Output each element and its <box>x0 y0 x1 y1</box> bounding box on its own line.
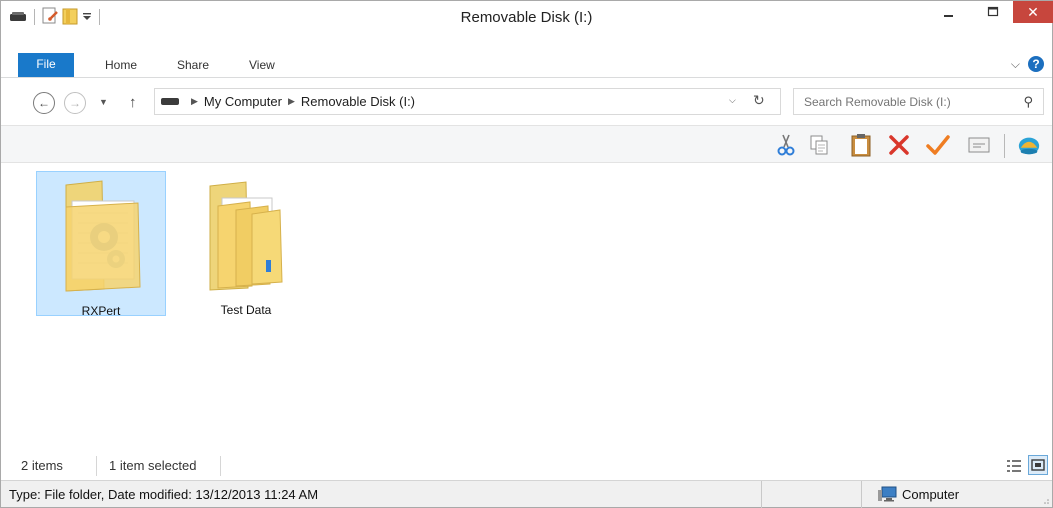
recent-locations-icon[interactable]: ▼ <box>99 97 108 107</box>
computer-icon <box>878 486 897 502</box>
status-bar: 2 items 1 item selected <box>1 452 1052 480</box>
forward-button[interactable]: → <box>64 92 86 114</box>
selection-count: 1 item selected <box>109 458 197 473</box>
location-label: Computer <box>902 486 960 502</box>
selection-details: Type: File folder, Date modified: 13/12/… <box>9 487 319 502</box>
scissors-icon[interactable] <box>774 133 798 157</box>
search-box: ⚲ <box>793 88 1044 115</box>
explorer-window: Removable Disk (I:) ✕ File Home Share Vi… <box>0 0 1053 508</box>
command-toolbar <box>1 125 1052 163</box>
expand-ribbon-icon[interactable]: ⌵ <box>1011 57 1020 72</box>
details-divider <box>861 481 862 508</box>
paste-icon[interactable] <box>849 133 873 157</box>
address-dropdown-icon[interactable]: ⌵ <box>729 95 736 106</box>
breadcrumb-arrow-icon[interactable]: ▶ <box>288 96 295 107</box>
window-title: Removable Disk (I:) <box>460 9 593 26</box>
checkmark-icon[interactable] <box>926 133 950 157</box>
tab-home[interactable]: Home <box>105 52 137 78</box>
tab-share[interactable]: Share <box>177 52 209 78</box>
location-indicator: Computer <box>877 486 959 502</box>
folder-item-rxpert[interactable]: RXPert <box>36 171 166 318</box>
folder-label: RXPert <box>81 304 121 318</box>
breadcrumb-my-computer[interactable]: My Computer <box>204 94 282 109</box>
status-divider <box>220 456 221 476</box>
item-count: 2 items <box>21 458 63 473</box>
minimize-button[interactable] <box>929 1 969 23</box>
refresh-icon[interactable]: ↻ <box>753 92 765 109</box>
toolbar-separator <box>1004 134 1005 158</box>
details-bar: Type: File folder, Date modified: 13/12/… <box>1 480 1052 508</box>
ribbon-controls: ⌵ ? <box>1011 56 1044 72</box>
properties-icon[interactable] <box>967 133 991 157</box>
title-bar[interactable]: Removable Disk (I:) ✕ <box>1 1 1053 31</box>
drive-icon <box>161 98 179 105</box>
resize-grip-icon[interactable] <box>1041 496 1049 504</box>
up-arrow-icon[interactable]: ↑ <box>129 94 137 111</box>
ribbon-tabs: File Home Share View ⌵ ? <box>1 52 1052 78</box>
back-button[interactable]: ← <box>33 92 55 114</box>
details-divider <box>761 481 762 508</box>
address-bar[interactable]: ▶ My Computer ▶ Removable Disk (I:) <box>154 88 781 115</box>
breadcrumb-arrow-icon[interactable]: ▶ <box>191 96 198 107</box>
copy-icon[interactable] <box>807 133 831 157</box>
breadcrumb-removable-disk[interactable]: Removable Disk (I:) <box>301 94 415 109</box>
status-divider <box>96 456 97 476</box>
tab-view[interactable]: View <box>249 52 275 78</box>
help-icon[interactable]: ? <box>1028 56 1044 72</box>
forward-arrow-icon: → <box>69 96 81 110</box>
large-icons-view-icon[interactable] <box>1028 455 1048 475</box>
details-view-icon[interactable] <box>1005 457 1023 475</box>
search-icon[interactable]: ⚲ <box>1023 94 1033 110</box>
delete-icon[interactable] <box>887 133 911 157</box>
folder-item-test-data[interactable]: Test Data <box>181 171 311 317</box>
tab-file[interactable]: File <box>18 53 74 77</box>
close-icon: ✕ <box>1027 3 1039 20</box>
folder-with-files-icon <box>209 181 283 291</box>
folder-label: Test Data <box>220 303 272 317</box>
maximize-button[interactable] <box>973 1 1013 23</box>
shell-icon[interactable] <box>1017 133 1041 157</box>
file-list-view[interactable]: RXPert Test Data <box>1 163 1052 453</box>
back-arrow-icon: ← <box>38 96 50 110</box>
close-button[interactable]: ✕ <box>1013 1 1053 23</box>
folder-with-document-icon <box>65 180 141 292</box>
navigation-bar: ← → ▼ ↑ ▶ My Computer ▶ Removable Disk (… <box>1 85 1052 119</box>
search-input[interactable] <box>804 94 1009 109</box>
